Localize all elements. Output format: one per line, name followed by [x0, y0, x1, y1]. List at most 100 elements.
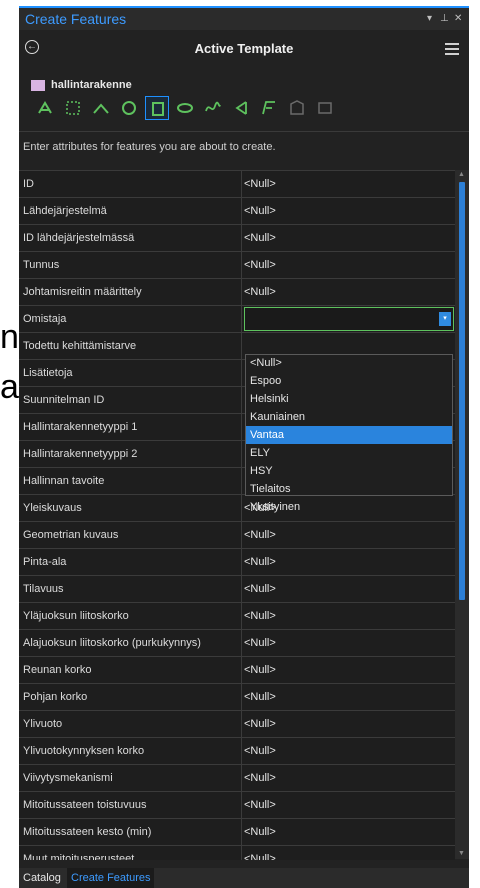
- dropdown-option[interactable]: Vantaa: [246, 426, 452, 444]
- attribute-label: Hallinnan tavoite: [23, 475, 105, 487]
- attribute-label: Viivytysmekanismi: [23, 772, 113, 784]
- attribute-value[interactable]: <Null>: [244, 178, 276, 190]
- template-name: hallintarakenne: [51, 79, 132, 91]
- rectangle-tool-icon[interactable]: [145, 96, 169, 120]
- attribute-label: Yleiskuvaus: [23, 502, 82, 514]
- column-separator: [241, 603, 242, 630]
- attribute-row[interactable]: Yläjuoksun liitoskorko <Null>: [19, 603, 455, 630]
- scrollbar-thumb[interactable]: [459, 182, 465, 600]
- column-separator: [241, 576, 242, 603]
- attribute-row[interactable]: Ylivuoto <Null>: [19, 711, 455, 738]
- omistaja-value-combobox[interactable]: ▾: [244, 307, 454, 331]
- attribute-value[interactable]: <Null>: [244, 529, 276, 541]
- attribute-value[interactable]: <Null>: [244, 556, 276, 568]
- attribute-row[interactable]: Tilavuus <Null>: [19, 576, 455, 603]
- attribute-value[interactable]: <Null>: [244, 610, 276, 622]
- ellipse-tool-icon[interactable]: [173, 96, 197, 120]
- dropdown-option[interactable]: <Null>: [246, 354, 452, 372]
- attribute-label: Lähdejärjestelmä: [23, 205, 107, 217]
- attribute-row[interactable]: Alajuoksun liitoskorko (purkukynnys) <Nul…: [19, 630, 455, 657]
- pin-icon[interactable]: ⊥: [440, 13, 449, 24]
- attribute-label: Lisätietoja: [23, 367, 73, 379]
- attribute-row[interactable]: Viivytysmekanismi <Null>: [19, 765, 455, 792]
- attribute-value[interactable]: <Null>: [244, 637, 276, 649]
- building-tool-icon[interactable]: [285, 96, 309, 120]
- dropdown-option[interactable]: Tielaitos: [246, 480, 452, 498]
- attribute-row[interactable]: Mitoitussateen toistuvuus <Null>: [19, 792, 455, 819]
- line-tool-icon[interactable]: [89, 96, 113, 120]
- pane-titlebar: Create Features ▾ ⊥ ✕: [19, 6, 469, 30]
- column-separator: [241, 306, 242, 333]
- dropdown-option[interactable]: ELY: [246, 444, 452, 462]
- tab-create-features[interactable]: Create Features: [67, 868, 155, 888]
- dropdown-option[interactable]: HSY: [246, 462, 452, 480]
- attribute-value[interactable]: <Null>: [244, 664, 276, 676]
- column-separator: [241, 495, 242, 522]
- attribute-row[interactable]: Reunan korko <Null>: [19, 657, 455, 684]
- attribute-value[interactable]: <Null>: [244, 205, 276, 217]
- column-separator: [241, 684, 242, 711]
- attribute-row[interactable]: Muut mitoitusperusteet <Null>: [19, 846, 455, 860]
- construction-tools-toolbar: [33, 94, 469, 122]
- attribute-value[interactable]: <Null>: [244, 826, 276, 838]
- circle-tool-icon[interactable]: [117, 96, 141, 120]
- scroll-up-icon[interactable]: ▲: [458, 171, 465, 178]
- attribute-label: ID lähdejärjestelmässä: [23, 232, 135, 244]
- pane-options-arrow-icon[interactable]: ▾: [427, 13, 432, 24]
- attribute-label: Tunnus: [23, 259, 60, 271]
- dropdown-option[interactable]: Espoo: [246, 372, 452, 390]
- attribute-label: Geometrian kuvaus: [23, 529, 119, 541]
- attribute-label: Reunan korko: [23, 664, 92, 676]
- footprint-tool-icon[interactable]: [313, 96, 337, 120]
- tab-catalog[interactable]: Catalog: [19, 868, 65, 888]
- attribute-row[interactable]: Omistaja ▾: [19, 306, 455, 333]
- attribute-value[interactable]: <Null>: [244, 691, 276, 703]
- attribute-value[interactable]: <Null>: [244, 745, 276, 757]
- rectangle-select-tool-icon[interactable]: [61, 96, 85, 120]
- omistaja-dropdown-list: <Null> Espoo Helsinki Kauniainen Vantaa ELY HS…: [245, 354, 453, 513]
- attribute-row[interactable]: ID lähdejärjestelmässä <Null>: [19, 225, 455, 252]
- column-separator: [241, 711, 242, 738]
- dropdown-option[interactable]: Helsinki: [246, 390, 452, 408]
- dropdown-option[interactable]: Yksityinen: [246, 498, 452, 516]
- attribute-row[interactable]: Johtamisreitin määrittely <Null>: [19, 279, 455, 306]
- attribute-value[interactable]: <Null>: [244, 718, 276, 730]
- column-separator: [241, 225, 242, 252]
- attribute-row[interactable]: Pinta-ala <Null>: [19, 549, 455, 576]
- column-separator: [241, 198, 242, 225]
- attribute-value[interactable]: <Null>: [244, 232, 276, 244]
- dropdown-arrow-icon[interactable]: ▾: [439, 312, 451, 326]
- hamburger-menu-icon[interactable]: [445, 43, 459, 58]
- attribute-label: Pohjan korko: [23, 691, 88, 703]
- autocomplete-polygon-tool-icon[interactable]: [229, 96, 253, 120]
- freehand-tool-icon[interactable]: [201, 96, 225, 120]
- scroll-down-icon[interactable]: ▼: [458, 850, 465, 857]
- background-text-fragment: a: [0, 368, 19, 406]
- column-separator: [241, 630, 242, 657]
- dropdown-option[interactable]: Kauniainen: [246, 408, 452, 426]
- attribute-row[interactable]: Geometrian kuvaus <Null>: [19, 522, 455, 549]
- background-text-fragment: n: [0, 318, 19, 356]
- attribute-value[interactable]: <Null>: [244, 853, 276, 860]
- attribute-row[interactable]: ID <Null>: [19, 171, 455, 198]
- attribute-row[interactable]: Mitoitussateen kesto (min) <Null>: [19, 819, 455, 846]
- attribute-value[interactable]: <Null>: [244, 799, 276, 811]
- right-angle-tool-icon[interactable]: [257, 96, 281, 120]
- attribute-value[interactable]: <Null>: [244, 259, 276, 271]
- attribute-value[interactable]: <Null>: [244, 583, 276, 595]
- column-separator: [241, 333, 242, 360]
- close-icon[interactable]: ✕: [454, 13, 462, 24]
- attribute-grid-scrollbar[interactable]: ▲ ▼: [455, 170, 469, 859]
- create-features-pane: Create Features ▾ ⊥ ✕ ← Active Template …: [19, 6, 469, 888]
- attribute-value[interactable]: <Null>: [244, 772, 276, 784]
- attribute-row[interactable]: Ylivuotokynnyksen korko <Null>: [19, 738, 455, 765]
- column-separator: [241, 414, 242, 441]
- attribute-row[interactable]: Tunnus <Null>: [19, 252, 455, 279]
- trace-tool-icon[interactable]: [33, 96, 57, 120]
- attribute-row[interactable]: Pohjan korko <Null>: [19, 684, 455, 711]
- attribute-value[interactable]: <Null>: [244, 286, 276, 298]
- column-separator: [241, 549, 242, 576]
- column-separator: [241, 819, 242, 846]
- attribute-row[interactable]: Lähdejärjestelmä <Null>: [19, 198, 455, 225]
- attribute-label: Pinta-ala: [23, 556, 67, 568]
